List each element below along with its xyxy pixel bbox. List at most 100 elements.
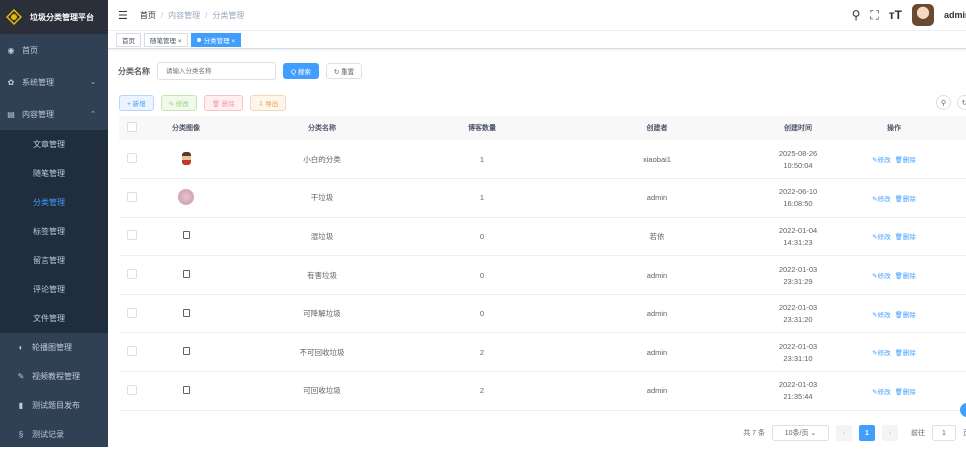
blog-count: 0 <box>417 255 547 295</box>
category-image <box>182 308 190 317</box>
refresh-icon[interactable]: ↻ <box>957 95 966 110</box>
user-name[interactable]: admin <box>944 10 966 20</box>
row-spacer <box>959 332 966 373</box>
edit-button[interactable]: ✎ 修改 <box>160 95 197 111</box>
row-checkbox[interactable] <box>127 346 137 357</box>
row-edit-link[interactable]: ✎修改 <box>872 234 890 241</box>
row-checkbox[interactable] <box>127 269 137 280</box>
sidebar-item-carousel[interactable]: ◐ 轮播图管理 <box>0 333 108 362</box>
row-edit-link[interactable]: ✎修改 <box>872 350 890 357</box>
row-spacer <box>959 217 966 257</box>
select-all-checkbox[interactable] <box>127 122 137 132</box>
created-date: 2022-06-10 <box>778 187 818 197</box>
hamburger-icon[interactable]: ☰ <box>118 9 128 22</box>
sidebar-item-system[interactable]: ✿ 系统管理 ⌄ <box>0 66 108 98</box>
row-delete-link[interactable]: 🗑删除 <box>895 312 916 319</box>
sidebar-item-messages[interactable]: 留言管理 <box>0 246 108 275</box>
created-date: 2025-08-26 <box>778 148 818 158</box>
search-label: 分类名称 <box>118 66 150 76</box>
content-submenu: 文章管理 随笔管理 分类管理 标签管理 留言管理 评论管理 文件管理 <box>0 130 108 333</box>
row-edit-link[interactable]: ✎修改 <box>872 312 890 319</box>
sidebar-item-records[interactable]: § 测试记录 <box>0 420 108 449</box>
row-delete-link[interactable]: 🗑删除 <box>895 389 916 396</box>
sidebar-item-quiz[interactable]: ▮ 测试题目发布 <box>0 391 108 420</box>
fullscreen-icon[interactable]: ⛶ <box>870 8 878 23</box>
search-icon[interactable]: ⚲ <box>852 8 861 22</box>
sidebar-item-essays[interactable]: 随笔管理 <box>0 159 108 188</box>
breadcrumb-home[interactable]: 首页 <box>140 11 156 20</box>
category-name: 湿垃圾 <box>227 217 417 257</box>
creator: 若依 <box>547 217 767 257</box>
created-clock: 16:08:50 <box>783 199 813 209</box>
created-clock: 14:31:23 <box>783 237 813 247</box>
sidebar-item-tags[interactable]: 标签管理 <box>0 217 108 246</box>
delete-button[interactable]: 🗑 删除 <box>203 95 243 111</box>
search-form: 分类名称 Q 搜索 ↻ 重置 <box>118 62 363 80</box>
export-button[interactable]: ⇩ 导出 <box>249 95 287 111</box>
row-delete-link[interactable]: 🗑删除 <box>895 234 916 241</box>
goto-page-input[interactable]: 1 <box>932 425 956 441</box>
chevron-up-icon: ⌃ <box>90 111 96 118</box>
category-name: 有害垃圾 <box>227 255 417 295</box>
record-icon: § <box>18 430 24 439</box>
row-edit-link[interactable]: ✎修改 <box>872 273 890 280</box>
row-checkbox[interactable] <box>127 307 137 318</box>
created-time: 2022-01-03 23:31:29 <box>767 255 829 295</box>
row-delete-link[interactable]: 🗑删除 <box>895 350 916 357</box>
table-header-row: 分类图像 分类名称 博客数量 创建者 创建时间 操作 <box>119 116 966 140</box>
font-size-icon[interactable]: ᴛT <box>889 8 902 22</box>
sidebar-item-videos[interactable]: ✎ 视频教程管理 <box>0 362 108 391</box>
app-logo[interactable]: 垃圾分类管理平台 <box>0 0 108 34</box>
row-delete-link[interactable]: 🗑删除 <box>895 196 916 203</box>
created-time: 2022-01-03 21:35:44 <box>767 371 829 411</box>
row-checkbox[interactable] <box>127 191 137 202</box>
row-edit-link[interactable]: ✎修改 <box>872 157 890 164</box>
add-button[interactable]: + 新增 <box>119 95 154 111</box>
category-image <box>182 347 190 356</box>
header-count: 博客数量 <box>417 116 547 140</box>
row-select-cell <box>119 255 145 295</box>
avatar[interactable] <box>912 4 934 26</box>
row-edit-link[interactable]: ✎修改 <box>872 196 890 203</box>
category-table: 分类图像 分类名称 博客数量 创建者 创建时间 操作 小白的分类 1 xiaobai… <box>119 116 966 411</box>
created-date: 2022-01-03 <box>778 380 818 390</box>
page-size-select[interactable]: 10条/页 ⌄ <box>772 425 829 441</box>
breadcrumb: 首页 / 内容管理 / 分类管理 <box>139 10 245 20</box>
search-toggle-icon[interactable]: ⚲ <box>936 95 951 110</box>
tag-home[interactable]: 首页 <box>116 32 141 47</box>
tags-view: 首页 随笔管理 × 分类管理 × <box>108 31 966 49</box>
sidebar-item-articles[interactable]: 文章管理 <box>0 130 108 159</box>
created-date: 2022-01-03 <box>778 341 818 351</box>
row-delete-link[interactable]: 🗑删除 <box>895 273 916 280</box>
reset-button[interactable]: ↻ 重置 <box>325 63 363 79</box>
prev-page-button[interactable]: ‹ <box>836 425 852 441</box>
category-image-cell <box>145 294 227 334</box>
row-checkbox[interactable] <box>127 153 137 164</box>
search-button[interactable]: Q 搜索 <box>283 63 319 79</box>
sidebar-item-comments[interactable]: 评论管理 <box>0 275 108 304</box>
next-page-button[interactable]: › <box>882 425 898 441</box>
row-actions: ✎修改 🗑删除 <box>829 178 959 218</box>
sidebar-item-label: 系统管理 <box>22 77 54 87</box>
page-1-button[interactable]: 1 <box>859 425 875 441</box>
row-checkbox[interactable] <box>127 230 137 241</box>
sidebar-item-content[interactable]: ▤ 内容管理 ⌃ <box>0 98 108 130</box>
category-name-input[interactable] <box>157 62 276 80</box>
sidebar-item-files[interactable]: 文件管理 <box>0 304 108 333</box>
creator: admin <box>547 178 767 218</box>
blog-count: 0 <box>417 217 547 257</box>
sidebar-item-categories[interactable]: 分类管理 <box>0 188 108 217</box>
row-select-cell <box>119 332 145 373</box>
created-time: 2022-01-04 14:31:23 <box>767 217 829 257</box>
tag-essays[interactable]: 随笔管理 × <box>144 32 188 47</box>
creator: admin <box>547 371 767 411</box>
sidebar-item-home[interactable]: ◉ 首页 <box>0 34 108 66</box>
video-icon: ✎ <box>17 372 25 381</box>
row-checkbox[interactable] <box>127 384 137 395</box>
floating-action-button[interactable] <box>960 403 966 417</box>
blog-count: 2 <box>417 332 547 373</box>
row-delete-link[interactable]: 🗑删除 <box>895 157 916 164</box>
select-all-cell <box>119 116 145 140</box>
row-edit-link[interactable]: ✎修改 <box>872 389 890 396</box>
tag-categories[interactable]: 分类管理 × <box>190 32 242 47</box>
